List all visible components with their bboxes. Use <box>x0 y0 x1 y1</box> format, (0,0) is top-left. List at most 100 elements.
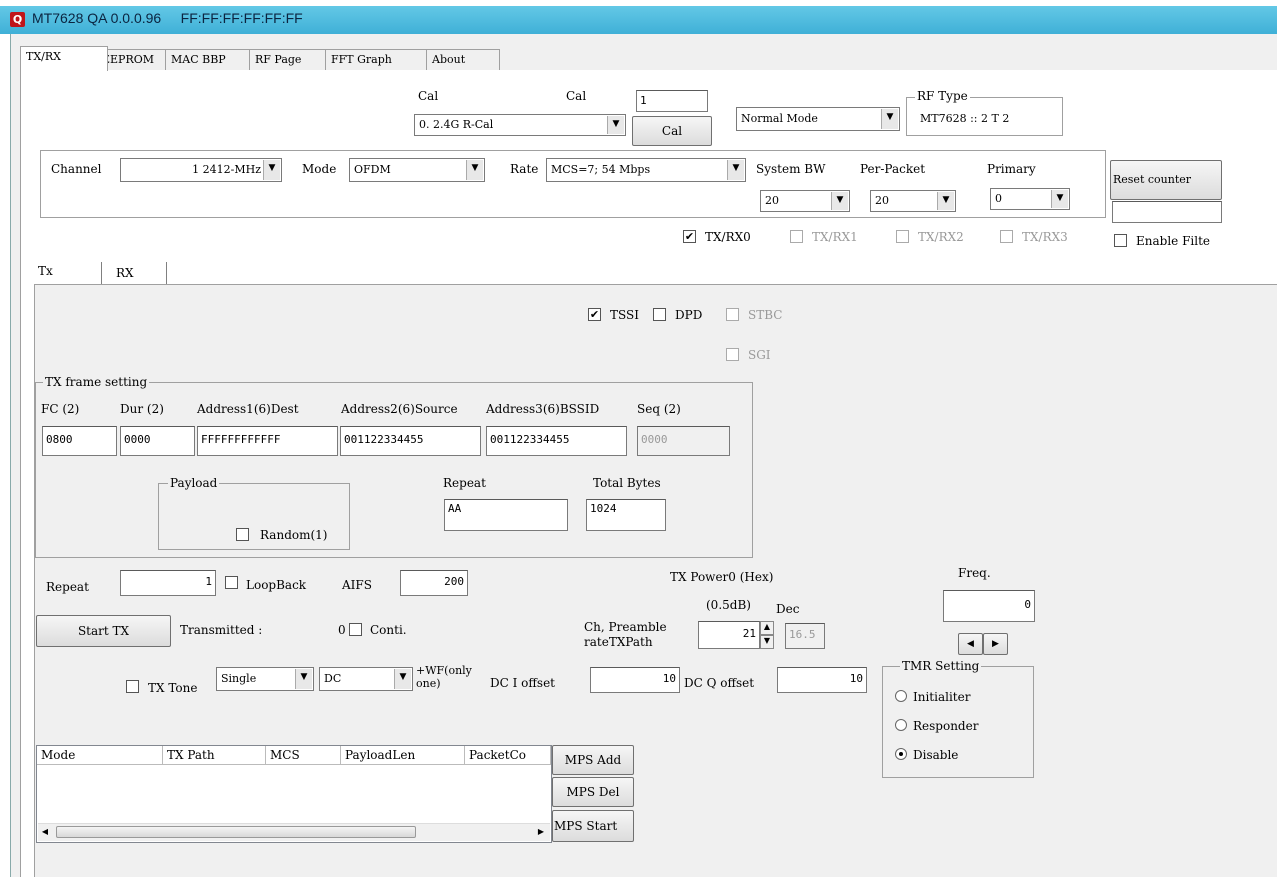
dc-i-offset-input[interactable]: 10 <box>590 667 680 693</box>
total-bytes-input[interactable]: 1024 <box>586 499 666 531</box>
primary-label: Primary <box>987 162 1036 176</box>
mps-col-packetcount[interactable]: PacketCo <box>465 746 551 765</box>
system-bw-label: System BW <box>756 162 826 176</box>
tone-select[interactable]: Single ▼ <box>216 667 314 691</box>
stbc-checkbox[interactable] <box>726 308 739 321</box>
dec-value-field[interactable]: 16.5 <box>785 623 825 649</box>
chevron-down-icon: ▼ <box>831 192 848 210</box>
spin-down-icon[interactable]: ▼ <box>760 635 774 649</box>
tssi-checkbox[interactable]: ✔ <box>588 308 601 321</box>
spin-up-icon[interactable]: ▲ <box>760 621 774 635</box>
mps-del-button[interactable]: MPS Del <box>552 777 634 807</box>
chevron-down-icon: ▼ <box>1051 190 1068 208</box>
repeat-pattern-input[interactable]: AA <box>444 499 568 531</box>
chevron-down-icon: ▼ <box>937 192 954 210</box>
txrx2-checkbox[interactable] <box>896 230 909 243</box>
system-bw-select[interactable]: 20 ▼ <box>760 190 850 212</box>
mps-col-mcs[interactable]: MCS <box>266 746 341 765</box>
address2-input[interactable]: 001122334455 <box>340 426 481 456</box>
cal-button[interactable]: Cal <box>632 116 712 146</box>
reset-counter-field[interactable] <box>1112 201 1222 223</box>
per-packet-label: Per-Packet <box>860 162 926 176</box>
scroll-left-icon[interactable]: ◀ <box>40 826 50 838</box>
channel-select[interactable]: 1 2412-MHz ▼ <box>120 158 282 182</box>
dpd-checkbox[interactable] <box>653 308 666 321</box>
cal-select[interactable]: 0. 2.4G R-Cal ▼ <box>414 114 626 136</box>
cal-select-value: 0. 2.4G R-Cal <box>419 118 494 131</box>
freq-offset-input[interactable]: 0 <box>943 590 1035 622</box>
tone-select-value: Single <box>221 672 257 685</box>
mps-col-txpath[interactable]: TX Path <box>163 746 266 765</box>
reset-counter-button[interactable]: Reset counter <box>1110 160 1222 200</box>
address1-input[interactable]: FFFFFFFFFFFF <box>197 426 338 456</box>
tab-about[interactable]: About <box>426 49 500 71</box>
subtab-tx[interactable]: Tx <box>38 264 53 278</box>
repeat-count-input[interactable]: 1 <box>120 570 216 596</box>
tx-frame-title: TX frame setting <box>43 375 150 389</box>
scroll-right-icon[interactable]: ▶ <box>536 826 546 838</box>
chevron-left-icon[interactable]: ◀ <box>958 633 983 655</box>
tab-fft-graph[interactable]: FFT Graph <box>325 49 438 71</box>
rf-type-title: RF Type <box>915 89 970 103</box>
txrx0-checkbox[interactable]: ✔ <box>683 230 696 243</box>
repeat-label: Repeat <box>46 580 89 594</box>
tx-power-label: TX Power0 (Hex) <box>670 570 774 584</box>
seq-input[interactable]: 0000 <box>637 426 730 456</box>
start-tx-button[interactable]: Start TX <box>36 615 171 647</box>
tx-power-unit: (0.5dB) <box>706 598 751 612</box>
mode-select[interactable]: Normal Mode ▼ <box>736 107 900 131</box>
tx-power-input[interactable]: 21 <box>698 621 760 649</box>
address1-label: Address1(6)Dest <box>197 402 299 416</box>
chevron-down-icon: ▼ <box>394 669 411 689</box>
dur-input[interactable]: 0000 <box>120 426 195 456</box>
tab-mac-bbp[interactable]: MAC BBP <box>165 49 261 71</box>
tmr-initialiter-radio[interactable] <box>895 690 907 702</box>
per-packet-select[interactable]: 20 ▼ <box>870 190 956 212</box>
tmr-responder-label: Responder <box>913 719 979 733</box>
repeat-pattern-label: Repeat <box>443 476 486 490</box>
rate-select[interactable]: MCS=7; 54 Mbps ▼ <box>546 158 746 182</box>
subtab-rx[interactable]: RX <box>116 266 134 280</box>
stbc-label: STBC <box>748 308 783 322</box>
loopback-checkbox[interactable] <box>225 576 238 589</box>
cal-index-input[interactable]: 1 <box>636 90 708 112</box>
mps-col-payloadlen[interactable]: PayloadLen <box>341 746 465 765</box>
tab-rf-page[interactable]: RF Page <box>249 49 337 71</box>
tmr-disable-radio[interactable] <box>895 748 907 760</box>
phy-mode-select[interactable]: OFDM ▼ <box>349 158 485 182</box>
channel-label: Channel <box>51 162 102 176</box>
horizontal-scrollbar[interactable]: ◀ ▶ <box>38 823 550 841</box>
ch-preamble-label: Ch, Preamble <box>584 620 667 634</box>
mps-start-button[interactable]: MPS Start <box>552 810 634 842</box>
system-bw-value: 20 <box>765 194 779 207</box>
txrx3-checkbox[interactable] <box>1000 230 1013 243</box>
aifs-input[interactable]: 200 <box>400 570 468 596</box>
address3-input[interactable]: 001122334455 <box>486 426 627 456</box>
dc-q-offset-input[interactable]: 10 <box>777 667 867 693</box>
random-checkbox[interactable] <box>236 528 249 541</box>
dc-select[interactable]: DC ▼ <box>319 667 413 691</box>
app-title: MT7628 QA 0.0.0.96 <box>32 10 162 26</box>
mps-col-mode[interactable]: Mode <box>37 746 163 765</box>
mps-list[interactable]: Mode TX Path MCS PayloadLen PacketCo ◀ ▶ <box>36 745 552 843</box>
tmr-responder-radio[interactable] <box>895 719 907 731</box>
enable-filter-checkbox[interactable] <box>1114 234 1127 247</box>
dc-select-value: DC <box>324 672 342 685</box>
conti-checkbox[interactable] <box>349 623 362 636</box>
chevron-right-icon[interactable]: ▶ <box>983 633 1008 655</box>
window-title: MT7628 QA 0.0.0.96 FF:FF:FF:FF:FF:FF <box>32 10 303 26</box>
dc-i-offset-label: DC I offset <box>490 676 556 690</box>
channel-select-value: 1 2412-MHz <box>192 163 261 176</box>
fc-input[interactable]: 0800 <box>42 426 117 456</box>
tab-txrx[interactable]: TX/RX <box>20 46 108 71</box>
mps-add-button[interactable]: MPS Add <box>552 745 634 775</box>
tmr-setting-title: TMR Setting <box>900 659 982 673</box>
sgi-checkbox[interactable] <box>726 348 739 361</box>
primary-value: 0 <box>995 192 1002 205</box>
scrollbar-thumb[interactable] <box>56 826 416 838</box>
tx-tone-checkbox[interactable] <box>126 680 139 693</box>
txrx1-label: TX/RX1 <box>812 230 858 244</box>
txrx1-checkbox[interactable] <box>790 230 803 243</box>
primary-select[interactable]: 0 ▼ <box>990 188 1070 210</box>
dpd-label: DPD <box>675 308 703 322</box>
